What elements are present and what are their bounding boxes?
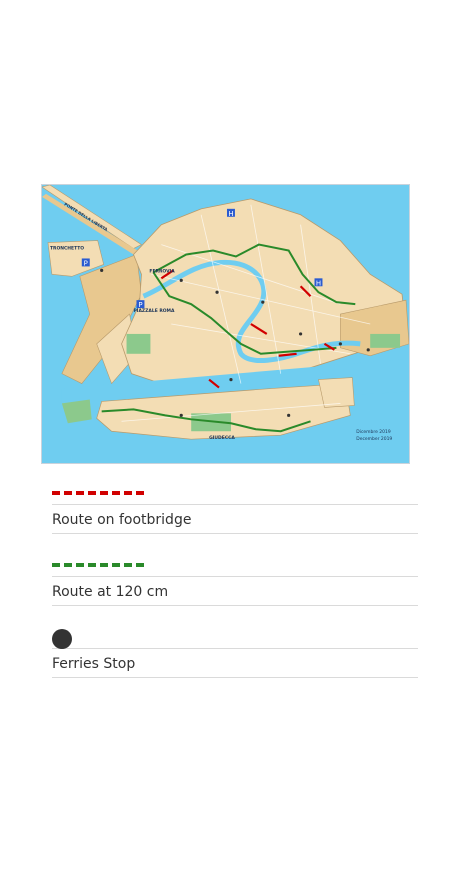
venice-map: P P H H TRONCHETTO FERROVIA PIAZZALE ROM… — [41, 184, 410, 464]
park-a — [126, 333, 151, 354]
red-dash-line-icon — [52, 491, 144, 495]
label-ferrovia: FERROVIA — [149, 268, 175, 274]
legend-swatch-row — [52, 482, 418, 505]
hospital-label-north: H — [228, 210, 233, 218]
legend-footbridge: Route on footbridge — [52, 482, 418, 534]
legend-label: Route on footbridge — [52, 505, 418, 534]
green-dash-line-icon — [52, 563, 144, 567]
san-giorgio-island — [318, 377, 355, 408]
parking-label-piazzale-roma: P — [138, 301, 142, 309]
park-giardini — [370, 333, 401, 348]
legend-swatch-row — [52, 626, 418, 649]
label-tronchetto: TRONCHETTO — [50, 246, 84, 252]
legend-label: Route at 120 cm — [52, 577, 418, 606]
map-date-english: December 2019 — [356, 436, 392, 442]
label-giudecca: GIUDECCA — [209, 435, 235, 441]
label-piazzale-roma: PIAZZALE ROMA — [134, 308, 176, 314]
map-svg: P P H H TRONCHETTO FERROVIA PIAZZALE ROM… — [42, 185, 409, 463]
map-date-italian: Dicembre 2019 — [356, 429, 391, 435]
legend-swatch-row — [52, 554, 418, 577]
legend-120cm: Route at 120 cm — [52, 554, 418, 606]
legend-ferries: Ferries Stop — [52, 626, 418, 678]
ferry-stop-dot-icon — [52, 629, 72, 649]
hospital-label-east: H — [316, 279, 321, 287]
legend-label: Ferries Stop — [52, 649, 418, 678]
parking-label-tronchetto: P — [84, 259, 88, 267]
